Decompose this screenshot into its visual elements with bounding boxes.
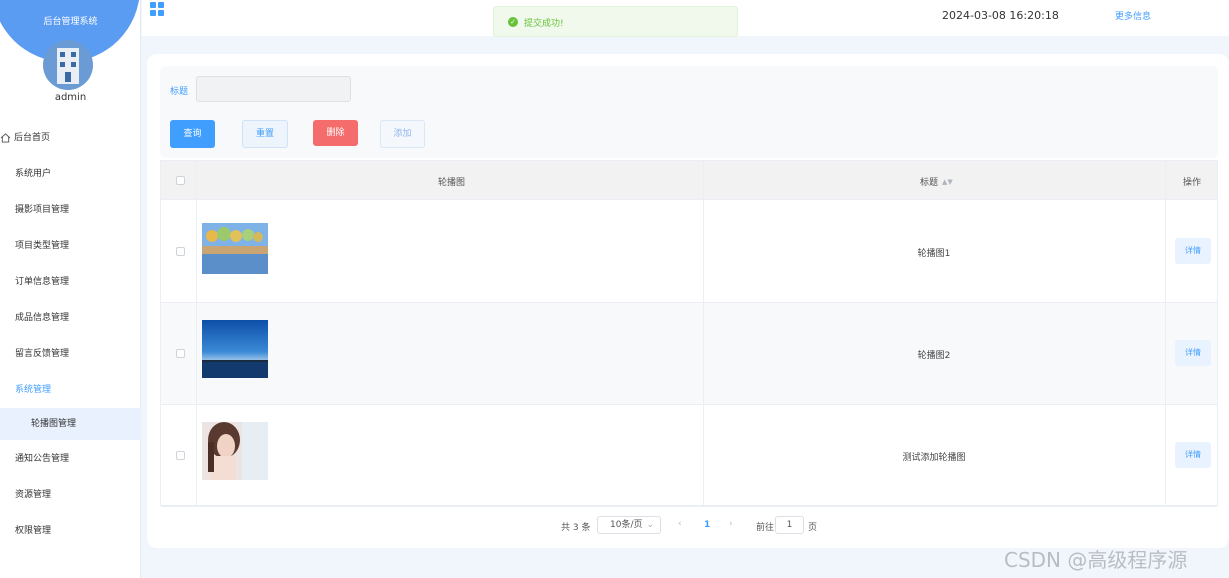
success-toast: ✓ 提交成功!	[493, 6, 738, 37]
detail-button[interactable]: 详情	[1175, 442, 1211, 468]
sidebar-item-label: 系统管理	[15, 385, 52, 395]
sidebar-item-label: 项目类型管理	[15, 241, 70, 251]
column-header-title-label: 标题	[920, 178, 939, 188]
sidebar-item-orders[interactable]: 订单信息管理	[0, 266, 141, 298]
sidebar-item-system-users[interactable]: 系统用户	[0, 158, 141, 190]
page-size-select[interactable]: 10条/页 ⌄	[597, 516, 661, 534]
grid-cell	[150, 10, 156, 16]
sidebar-item-label: 资源管理	[15, 490, 52, 500]
detail-button[interactable]: 详情	[1175, 340, 1211, 366]
main-panel: 标题 查询 重置 删除 添加 轮播图 标题 ▲▼ 操作 轮播图1 详情 轮播图2…	[147, 54, 1229, 548]
column-header-title[interactable]: 标题 ▲▼	[920, 175, 953, 188]
select-all-checkbox[interactable]	[176, 176, 185, 185]
row-checkbox[interactable]	[176, 349, 185, 358]
table-row: 测试添加轮播图 详情	[161, 405, 1217, 507]
current-datetime: 2024-03-08 16:20:18	[942, 9, 1059, 22]
table-row: 轮播图2 详情	[161, 303, 1217, 405]
carousel-table: 轮播图 标题 ▲▼ 操作 轮播图1 详情 轮播图2 详情 测试添加轮播图 详情	[160, 160, 1218, 507]
sidebar-item-products[interactable]: 成品信息管理	[0, 302, 141, 334]
sidebar-item-label: 轮播图管理	[31, 419, 77, 429]
page-size-value: 10条/页	[610, 520, 643, 530]
grid-cell	[158, 10, 164, 16]
avatar[interactable]	[43, 40, 93, 90]
next-page-icon[interactable]: ›	[729, 519, 733, 529]
row-title: 轮播图2	[917, 351, 951, 361]
toast-message: 提交成功!	[524, 19, 564, 29]
sidebar-item-label: 系统用户	[15, 169, 52, 179]
detail-button[interactable]: 详情	[1175, 238, 1211, 264]
sidebar: 后台管理系统 admin 后台首页 系统用户 摄影项目管理 项目类型管理 订单信…	[0, 0, 141, 578]
check-circle-icon: ✓	[508, 17, 518, 27]
sidebar-item-permissions[interactable]: 权限管理	[0, 515, 141, 547]
sidebar-item-home[interactable]: 后台首页	[0, 122, 141, 154]
brand-title: 后台管理系统	[43, 17, 98, 27]
sidebar-item-label: 摄影项目管理	[15, 205, 70, 215]
column-divider	[703, 161, 704, 505]
row-checkbox[interactable]	[176, 247, 185, 256]
carousel-thumbnail[interactable]	[202, 320, 268, 378]
add-button[interactable]: 添加	[380, 120, 425, 148]
home-icon	[0, 133, 11, 143]
grid-cell	[158, 2, 164, 8]
column-divider	[196, 161, 197, 505]
avatar-window	[60, 52, 65, 57]
table-header: 轮播图 标题 ▲▼ 操作	[161, 161, 1217, 200]
query-button[interactable]: 查询	[170, 120, 215, 148]
sidebar-item-system-management[interactable]: 系统管理	[0, 374, 141, 406]
sidebar-item-notices[interactable]: 通知公告管理	[0, 443, 141, 475]
column-header-action: 操作	[1183, 178, 1202, 188]
avatar-window	[71, 62, 76, 67]
sidebar-item-label: 订单信息管理	[15, 277, 70, 287]
sidebar-item-carousel[interactable]: 轮播图管理	[0, 408, 141, 440]
sidebar-item-label: 成品信息管理	[15, 313, 70, 323]
prev-page-icon[interactable]: ‹	[678, 519, 682, 529]
column-header-image: 轮播图	[438, 178, 466, 188]
sidebar-item-photo-projects[interactable]: 摄影项目管理	[0, 194, 141, 226]
pagination-total: 共 3 条	[561, 523, 591, 533]
sidebar-item-project-types[interactable]: 项目类型管理	[0, 230, 141, 262]
search-form: 标题 查询 重置 删除 添加	[160, 66, 1218, 158]
goto-label: 前往	[756, 523, 775, 533]
goto-page-input[interactable]: 1	[775, 516, 804, 534]
page-suffix: 页	[808, 523, 818, 533]
pagination: 共 3 条 10条/页 ⌄ ‹ 1 › 前往 1 页	[147, 516, 1229, 536]
more-info-link[interactable]: 更多信息	[1115, 9, 1151, 22]
delete-button[interactable]: 删除	[313, 120, 358, 146]
grid-cell	[150, 2, 156, 8]
sidebar-item-label: 通知公告管理	[15, 454, 70, 464]
avatar-window	[71, 52, 76, 57]
carousel-thumbnail[interactable]	[202, 218, 268, 276]
menu-toggle-icon[interactable]	[150, 2, 165, 16]
sidebar-item-resources[interactable]: 资源管理	[0, 479, 141, 511]
user-name: admin	[54, 92, 87, 103]
column-divider	[1165, 161, 1166, 505]
title-search-input[interactable]	[196, 76, 351, 102]
sidebar-item-feedback[interactable]: 留言反馈管理	[0, 338, 141, 370]
row-title: 轮播图1	[917, 249, 951, 259]
avatar-door	[65, 72, 71, 82]
reset-button[interactable]: 重置	[242, 120, 288, 148]
row-title: 测试添加轮播图	[902, 453, 966, 463]
sort-icon[interactable]: ▲▼	[942, 178, 953, 186]
sidebar-item-label: 留言反馈管理	[15, 349, 70, 359]
title-field-label: 标题	[170, 87, 189, 97]
avatar-window	[60, 62, 65, 67]
row-checkbox[interactable]	[176, 451, 185, 460]
sidebar-item-label: 后台首页	[14, 133, 51, 143]
current-page[interactable]: 1	[704, 520, 710, 530]
chevron-down-icon: ⌄	[646, 520, 654, 530]
sidebar-item-label: 权限管理	[15, 526, 52, 536]
table-row: 轮播图1 详情	[161, 201, 1217, 303]
watermark: CSDN @高级程序源	[1004, 548, 1188, 572]
carousel-thumbnail[interactable]	[202, 422, 268, 480]
